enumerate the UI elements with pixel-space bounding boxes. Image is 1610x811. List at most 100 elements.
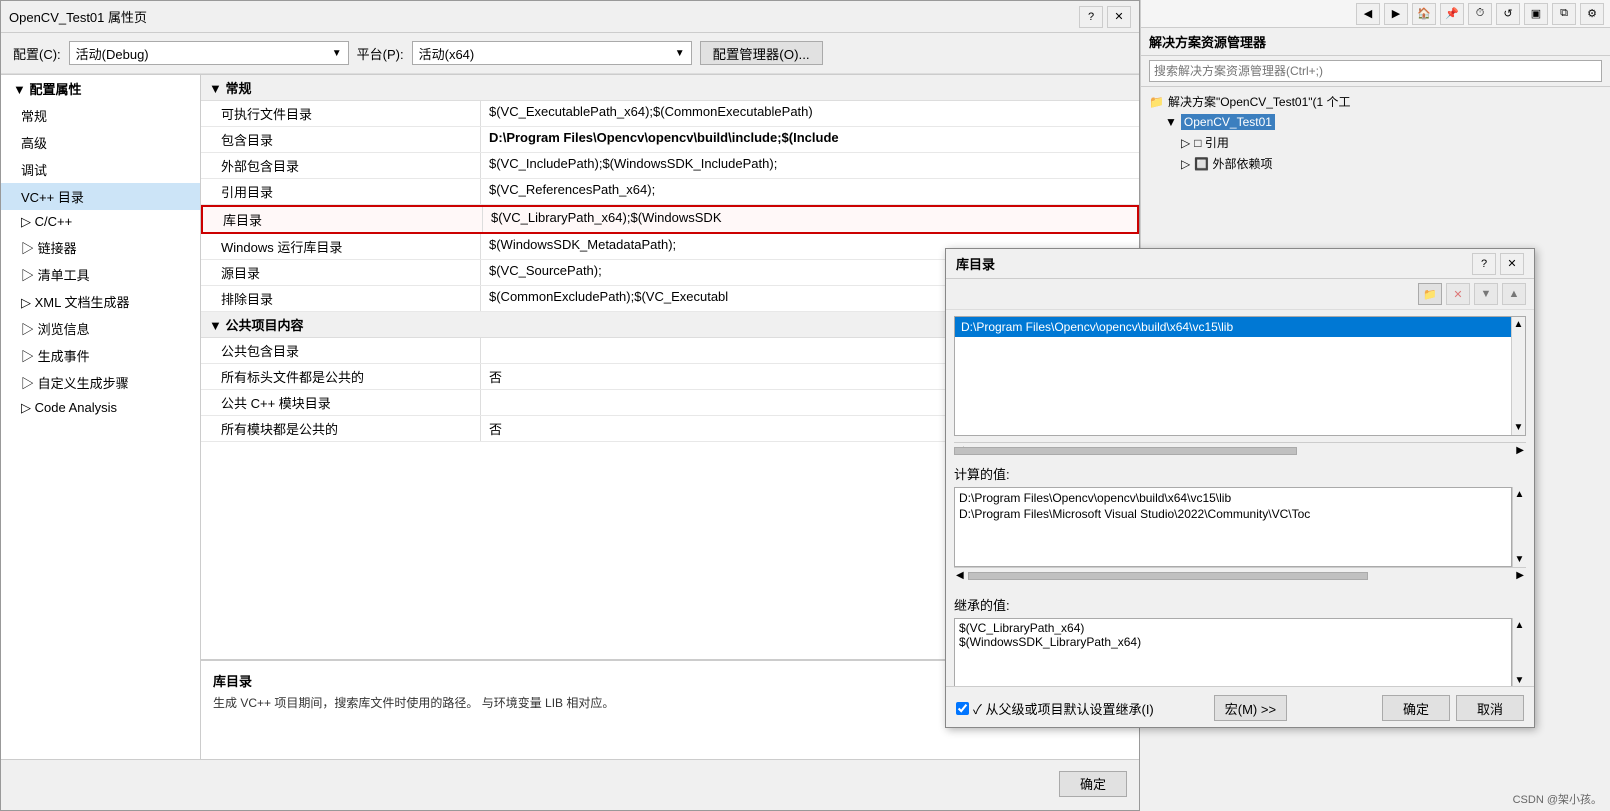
sidebar-item-code-analysis[interactable]: ▷ Code Analysis <box>1 396 200 420</box>
sidebar-item-build-events[interactable]: ▷ 生成事件 <box>1 342 200 369</box>
se-tree-solution[interactable]: 📁 解决方案"OpenCV_Test01"(1 个工 <box>1149 91 1602 112</box>
lib-list-item-empty <box>955 337 1525 397</box>
se-home-btn[interactable]: 🏠 <box>1412 3 1436 25</box>
lib-dialog: 库目录 ? ✕ 📁 ✕ ▼ ▲ D:\Program Files\Opencv\… <box>945 248 1535 728</box>
computed-scrollbar-thumb[interactable] <box>968 572 1368 580</box>
prop-name-library: 库目录 <box>203 207 483 232</box>
sidebar-item-config-props[interactable]: ▼ 配置属性 <box>1 75 200 102</box>
inherited-box: $(VC_LibraryPath_x64) $(WindowsSDK_Libra… <box>954 618 1512 688</box>
main-titlebar: OpenCV_Test01 属性页 ? ✕ <box>1 1 1139 33</box>
scrollbar-right-arrow[interactable]: ▶ <box>1516 445 1524 456</box>
config-dropdown-arrow: ▼ <box>332 48 342 59</box>
lib-ok-button[interactable]: 确定 <box>1382 695 1450 721</box>
sidebar-item-manifest[interactable]: ▷ 清单工具 <box>1 261 200 288</box>
sidebar-item-browse[interactable]: ▷ 浏览信息 <box>1 315 200 342</box>
lib-dialog-title: 库目录 <box>956 254 995 273</box>
se-tree-external-deps[interactable]: ▷ 🔲 外部依赖项 <box>1149 153 1602 174</box>
se-timer-btn[interactable]: ⏱ <box>1468 3 1492 25</box>
lib-list-item-selected[interactable]: D:\Program Files\Opencv\opencv\build\x64… <box>955 317 1525 337</box>
lib-dialog-close-btn[interactable]: ✕ <box>1500 253 1524 275</box>
lib-toolbar: 📁 ✕ ▼ ▲ <box>946 279 1534 310</box>
se-refresh-btn[interactable]: ↺ <box>1496 3 1520 25</box>
inherit-checkbox-row: ✓ 从父级或项目默认设置继承(I) <box>956 699 1154 718</box>
prop-value-include: D:\Program Files\Opencv\opencv\build\inc… <box>481 127 1139 152</box>
config-label: 配置(C): <box>13 44 61 63</box>
scrollbar-down-arrow[interactable]: ▼ <box>1514 422 1524 433</box>
se-search-input[interactable] <box>1149 60 1602 82</box>
lib-new-folder-btn[interactable]: 📁 <box>1418 283 1442 305</box>
inherited-label: 继承的值: <box>954 595 1526 614</box>
sidebar-item-general[interactable]: 常规 <box>1 102 200 129</box>
manager-button[interactable]: 配置管理器(O)... <box>700 41 823 65</box>
lib-dialog-help-btn[interactable]: ? <box>1472 253 1496 275</box>
help-button[interactable]: ? <box>1079 6 1103 28</box>
inherit-checkbox[interactable] <box>956 702 969 715</box>
prop-name-all-modules: 所有模块都是公共的 <box>201 416 481 441</box>
se-copy-btn[interactable]: ⧉ <box>1552 3 1576 25</box>
lib-bottom: ✓ 从父级或项目默认设置继承(I) 宏(M) >> 确定 取消 <box>946 686 1534 727</box>
lib-list-area: D:\Program Files\Opencv\opencv\build\x64… <box>954 316 1526 436</box>
se-title: 解决方案资源管理器 <box>1141 28 1610 56</box>
main-dialog-title: OpenCV_Test01 属性页 <box>9 7 147 26</box>
bottom-bar: 确定 <box>1 759 1139 807</box>
sidebar-item-advanced[interactable]: 高级 <box>1 129 200 156</box>
lib-cancel-button[interactable]: 取消 <box>1456 695 1524 721</box>
inherited-scrollbar[interactable]: ▲ ▼ <box>1512 618 1526 688</box>
sidebar: ▼ 配置属性 常规 高级 调试 VC++ 目录 ▷ C/C++ ▷ 链接器 ▷ … <box>1 74 201 759</box>
computed-line-2: D:\Program Files\Microsoft Visual Studio… <box>959 506 1507 522</box>
lib-down-btn[interactable]: ▼ <box>1474 283 1498 305</box>
prop-name-source: 源目录 <box>201 260 481 285</box>
lib-action-btns: 确定 取消 <box>1382 695 1524 721</box>
se-pin-btn[interactable]: 📌 <box>1440 3 1464 25</box>
sidebar-item-debug[interactable]: 调试 <box>1 156 200 183</box>
prop-name-reference: 引用目录 <box>201 179 481 204</box>
platform-dropdown[interactable]: 活动(x64) ▼ <box>412 41 692 65</box>
prop-name-public-include: 公共包含目录 <box>201 338 481 363</box>
lib-scrollbar-thumb[interactable] <box>954 447 1297 455</box>
prop-row-library[interactable]: 库目录 $(VC_LibraryPath_x64);$(WindowsSDK <box>201 205 1139 234</box>
watermark: CSDN @架小孩。 <box>1513 791 1602 807</box>
sidebar-item-custom-build[interactable]: ▷ 自定义生成步骤 <box>1 369 200 396</box>
inherited-section: 继承的值: $(VC_LibraryPath_x64) $(WindowsSDK… <box>946 589 1534 694</box>
inherited-line-2: $(WindowsSDK_LibraryPath_x64) <box>959 635 1507 649</box>
close-button[interactable]: ✕ <box>1107 6 1131 28</box>
config-row: 配置(C): 活动(Debug) ▼ 平台(P): 活动(x64) ▼ 配置管理… <box>1 33 1139 74</box>
prop-row-executable[interactable]: 可执行文件目录 $(VC_ExecutablePath_x64);$(Commo… <box>201 101 1139 127</box>
platform-dropdown-arrow: ▼ <box>675 48 685 59</box>
se-tree: 📁 解决方案"OpenCV_Test01"(1 个工 ▼ OpenCV_Test… <box>1141 87 1610 178</box>
lib-dialog-titlebar: 库目录 ? ✕ <box>946 249 1534 279</box>
prop-row-reference[interactable]: 引用目录 $(VC_ReferencesPath_x64); <box>201 179 1139 205</box>
prop-name-include: 包含目录 <box>201 127 481 152</box>
prop-value-external-include: $(VC_IncludePath);$(WindowsSDK_IncludePa… <box>481 153 1139 178</box>
inherited-line-1: $(VC_LibraryPath_x64) <box>959 621 1507 635</box>
se-gear-btn[interactable]: ⚙ <box>1580 3 1604 25</box>
scrollbar-up-arrow[interactable]: ▲ <box>1514 319 1524 330</box>
se-back-btn[interactable]: ◀ <box>1356 3 1380 25</box>
prop-name-exclude: 排除目录 <box>201 286 481 311</box>
computed-scrollbar-h[interactable]: ◀ ▶ <box>954 567 1526 583</box>
config-value: 活动(Debug) <box>76 44 149 63</box>
se-forward-btn[interactable]: ▶ <box>1384 3 1408 25</box>
prop-name-winrt-lib: Windows 运行库目录 <box>201 234 481 259</box>
prop-row-external-include[interactable]: 外部包含目录 $(VC_IncludePath);$(WindowsSDK_In… <box>201 153 1139 179</box>
sidebar-item-xml[interactable]: ▷ XML 文档生成器 <box>1 288 200 315</box>
se-tree-project[interactable]: ▼ OpenCV_Test01 <box>1149 112 1602 132</box>
config-dropdown[interactable]: 活动(Debug) ▼ <box>69 41 349 65</box>
lib-list-scrollbar[interactable]: ▲ ▼ <box>1511 317 1525 435</box>
computed-scrollbar[interactable]: ▲ ▼ <box>1512 487 1526 567</box>
ok-button[interactable]: 确定 <box>1059 771 1127 797</box>
lib-up-btn[interactable]: ▲ <box>1502 283 1526 305</box>
se-tree-references[interactable]: ▷ □ 引用 <box>1149 132 1602 153</box>
lib-scrollbar-h[interactable]: ◀ ▶ <box>954 442 1526 458</box>
computed-label: 计算的值: <box>954 464 1526 483</box>
macro-button[interactable]: 宏(M) >> <box>1214 695 1287 721</box>
prop-value-executable: $(VC_ExecutablePath_x64);$(CommonExecuta… <box>481 101 1139 126</box>
sidebar-item-cpp[interactable]: ▷ C/C++ <box>1 210 200 234</box>
sidebar-item-linker[interactable]: ▷ 链接器 <box>1 234 200 261</box>
sidebar-config-title: ▼ 配置属性 <box>13 79 81 98</box>
sidebar-item-vc-directories[interactable]: VC++ 目录 <box>1 183 200 210</box>
lib-delete-btn[interactable]: ✕ <box>1446 283 1470 305</box>
se-layout-btn[interactable]: ▣ <box>1524 3 1548 25</box>
platform-label: 平台(P): <box>357 44 404 63</box>
prop-row-include[interactable]: 包含目录 D:\Program Files\Opencv\opencv\buil… <box>201 127 1139 153</box>
